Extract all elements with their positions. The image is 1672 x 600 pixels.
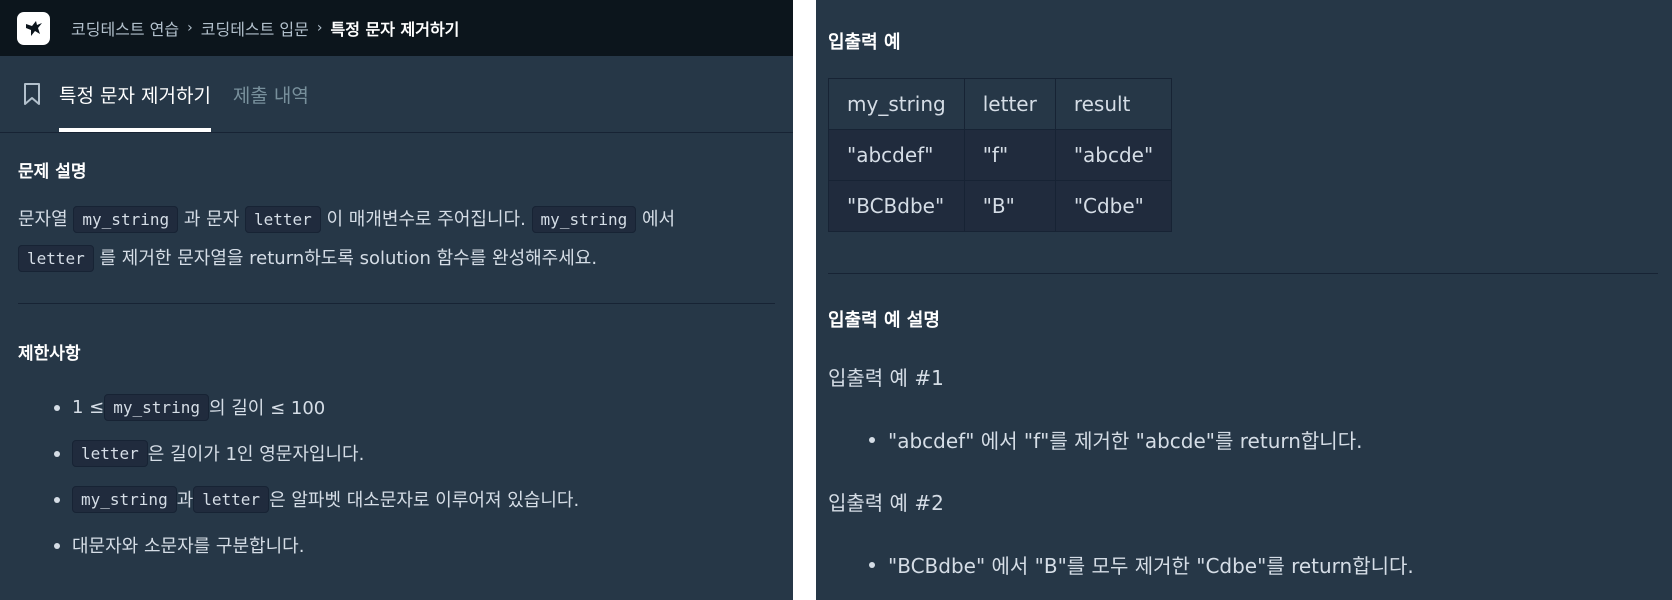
table-cell: "abcdef" [828, 129, 965, 181]
constraints-list: 1 ≤ my_string 의 길이 ≤ 100 letter 은 길이가 1인… [18, 384, 775, 568]
problem-panel: 코딩테스트 연습 › 코딩테스트 입문 › 특정 문자 제거하기 특정 문자 제… [0, 0, 793, 600]
constraints-heading: 제한사항 [18, 344, 81, 364]
text-segment: 이 매개변수로 주어집니다. [320, 209, 532, 230]
inline-code: letter [18, 245, 94, 272]
text-segment: 은 길이가 1인 영문자입니다. [147, 444, 365, 465]
inline-code: letter [72, 439, 148, 467]
breadcrumb: 코딩테스트 연습 › 코딩테스트 입문 › 특정 문자 제거하기 [71, 16, 459, 40]
tab-problem[interactable]: 특정 문자 제거하기 [59, 56, 211, 132]
text-segment: 대문자와 소문자를 구분합니다. [72, 536, 305, 557]
inline-code: letter [244, 206, 321, 233]
table-cell: "BCBdbe" [828, 180, 965, 232]
description-line-2: letter 를 제거한 문자열을 return하도록 solution 함수를… [18, 239, 775, 278]
problem-tabs: 특정 문자 제거하기 제출 내역 [0, 56, 793, 133]
table-cell: "B" [963, 180, 1056, 232]
text-segment: 1 ≤ [72, 396, 105, 418]
table-row: "BCBdbe" "B" "Cdbe" [828, 180, 1173, 232]
inline-code: letter [193, 485, 270, 513]
table-cell: "Cdbe" [1054, 180, 1173, 232]
breadcrumb-link-intro[interactable]: 코딩테스트 입문 [201, 16, 309, 40]
table-cell: "f" [963, 129, 1056, 181]
constraint-item: letter 은 길이가 1인 영문자입니다. [18, 430, 775, 476]
description-text: 문자열 my_string 과 문자 letter 이 매개변수로 주어집니다.… [18, 200, 775, 278]
breadcrumb-current: 특정 문자 제거하기 [330, 20, 460, 39]
section-divider [828, 273, 1658, 274]
constraint-item: my_string 과 letter 은 알파벳 대소문자로 이루어져 있습니다… [18, 476, 775, 522]
example-1-explanation: "abcdef" 에서 "f"를 제거한 "abcde"를 return합니다. [868, 425, 1362, 454]
text-segment: 에서 [636, 209, 676, 230]
tab-submissions[interactable]: 제출 내역 [233, 56, 309, 132]
bookmark-icon[interactable] [22, 56, 42, 132]
text-segment: 문자열 [18, 209, 74, 230]
text-segment: 과 문자 [178, 209, 245, 230]
top-navigation-bar: 코딩테스트 연습 › 코딩테스트 입문 › 특정 문자 제거하기 [0, 0, 793, 56]
constraint-item: 대문자와 소문자를 구분합니다. [18, 522, 775, 568]
breadcrumb-chevron-icon: › [316, 20, 323, 36]
inline-code: my_string [72, 485, 177, 513]
inline-code: my_string [104, 393, 209, 421]
table-header-cell: result [1054, 78, 1173, 130]
text-segment: 를 제거한 문자열을 return하도록 solution 함수를 완성해주세요… [93, 248, 598, 269]
explanation-heading: 입출력 예 설명 [828, 310, 940, 331]
section-divider [18, 303, 775, 304]
inline-code: my_string [531, 206, 637, 233]
description-heading: 문제 설명 [18, 162, 87, 182]
table-header-cell: letter [963, 78, 1056, 130]
breadcrumb-link-practice[interactable]: 코딩테스트 연습 [71, 16, 179, 40]
breadcrumb-chevron-icon: › [187, 20, 193, 36]
examples-panel: 입출력 예 my_string letter result "abcdef" "… [816, 0, 1672, 600]
table-header-cell: my_string [828, 78, 965, 130]
constraint-item: 1 ≤ my_string 의 길이 ≤ 100 [18, 384, 775, 430]
examples-heading: 입출력 예 [828, 32, 901, 53]
example-2-explanation: "BCBdbe" 에서 "B"를 모두 제거한 "Cdbe"를 return합니… [869, 550, 1414, 579]
examples-table: my_string letter result "abcdef" "f" "ab… [828, 78, 1173, 232]
table-header-row: my_string letter result [828, 78, 1173, 130]
text-segment: 의 길이 ≤ 100 [208, 398, 326, 419]
description-line-1: 문자열 my_string 과 문자 letter 이 매개변수로 주어집니다.… [18, 200, 775, 239]
text-segment: 과 [176, 490, 194, 511]
problem-content: 문제 설명 문자열 my_string 과 문자 letter 이 매개변수로 … [0, 133, 793, 568]
example-1-title: 입출력 예 #1 [828, 366, 944, 390]
table-cell: "abcde" [1054, 129, 1173, 181]
table-row: "abcdef" "f" "abcde" [828, 129, 1173, 181]
text-segment: 은 알파벳 대소문자로 이루어져 있습니다. [269, 490, 580, 511]
example-2-title: 입출력 예 #2 [828, 491, 944, 515]
programmers-logo-icon[interactable] [17, 11, 50, 45]
inline-code: my_string [73, 206, 179, 233]
